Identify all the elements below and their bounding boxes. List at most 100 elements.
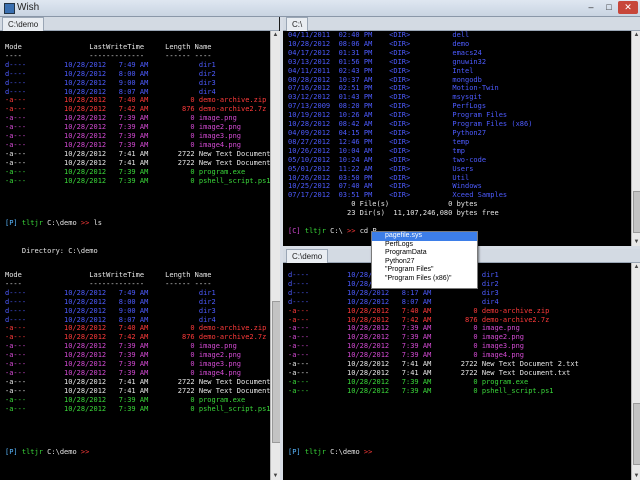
- left-scrollbar[interactable]: ▲ ▼: [270, 31, 281, 480]
- output-line: -a--- 10/28/2012 7:41 AM 2722 New Text D…: [5, 386, 270, 395]
- right-top-scrollbar[interactable]: ▲ ▼: [631, 31, 640, 246]
- output-line: -a--- 10/28/2012 7:41 AM 2722 New Text D…: [5, 158, 270, 167]
- right-bottom-scrollbar[interactable]: ▲ ▼: [631, 263, 640, 480]
- output-line: 05/10/2012 10:24 AM <DIR> two-code: [288, 155, 487, 164]
- prompt-tag: [C]: [288, 227, 301, 235]
- output-line: d---- 10/28/2012 8:07 AM dir4: [5, 87, 216, 96]
- minimize-button[interactable]: –: [582, 1, 600, 14]
- output-line: 10/28/2012 08:06 AM <DIR> demo: [288, 39, 470, 48]
- prompt-arrows: >>: [80, 219, 90, 227]
- right-bottom-scroll-thumb[interactable]: [633, 403, 640, 465]
- output-line: d---- 10/28/2012 8:17 AM dir3: [288, 288, 499, 297]
- output-line: 0 File(s) 0 bytes: [288, 200, 478, 209]
- scroll-down-icon[interactable]: ▼: [271, 472, 280, 480]
- prompt-user: tltjr: [21, 448, 43, 456]
- output-line: d---- 10/28/2012 9:00 AM dir3: [5, 78, 216, 87]
- output-line: d---- 10/28/2012 8:00 AM dir2: [5, 297, 216, 306]
- scroll-down-icon[interactable]: ▼: [632, 472, 640, 480]
- scroll-up-icon[interactable]: ▲: [632, 31, 640, 39]
- directory-line: Directory: C:\demo: [5, 247, 98, 255]
- output-line: Mode LastWriteTime Length Name: [5, 271, 212, 279]
- output-line: d---- 10/28/2012 9:00 AM dir3: [5, 306, 216, 315]
- prompt-command: ls: [93, 219, 102, 227]
- prompt-user: tltjr: [304, 227, 326, 235]
- output-line: -a--- 10/28/2012 7:41 AM 2722 New Text D…: [288, 360, 579, 369]
- output-line: 10/26/2012 03:50 PM <DIR> Util: [288, 173, 470, 182]
- left-output-top: Mode LastWriteTime Length Name ---- -----…: [5, 43, 270, 186]
- output-line: -a--- 10/28/2012 7:39 AM 0 pshell_script…: [5, 404, 270, 413]
- output-line: ---- ------------- ------ ----: [5, 51, 212, 60]
- prompt-tag: [P]: [5, 219, 18, 227]
- output-line: -a--- 10/28/2012 7:39 AM 0 image.png: [5, 114, 237, 123]
- close-button[interactable]: ✕: [618, 1, 638, 14]
- output-line: -a--- 10/28/2012 7:40 AM 0 demo-archive.…: [5, 324, 267, 333]
- left-output-bottom: Mode LastWriteTime Length Name ---- -----…: [5, 271, 270, 414]
- output-line: d---- 10/28/2012 8:07 AM dir4: [288, 297, 499, 306]
- output-line: -a--- 10/28/2012 7:41 AM 2722 New Text D…: [5, 149, 270, 158]
- tab-right-root[interactable]: C:\: [286, 17, 309, 31]
- output-line: -a--- 10/28/2012 7:39 AM 0 image2.png: [5, 351, 242, 360]
- prompt-path: C:\: [330, 227, 343, 235]
- output-line: -a--- 10/28/2012 7:42 AM 876 demo-archiv…: [5, 333, 267, 342]
- output-line: -a--- 10/28/2012 7:39 AM 0 image4.png: [5, 368, 242, 377]
- output-line: -a--- 10/28/2012 7:42 AM 876 demo-archiv…: [5, 105, 267, 114]
- prompt-arrows: >>: [363, 448, 373, 456]
- scroll-up-icon[interactable]: ▲: [632, 263, 640, 271]
- prompt-path: C:\demo: [47, 219, 77, 227]
- output-line: 10/19/2012 10:26 AM <DIR> Program Files: [288, 111, 508, 120]
- prompt-user: tltjr: [21, 219, 43, 227]
- output-line: 10/26/2012 10:04 AM <DIR> tmp: [288, 146, 466, 155]
- output-line: -a--- 10/28/2012 7:39 AM 0 image2.png: [288, 333, 525, 342]
- output-line: -a--- 10/28/2012 7:39 AM 0 pshell_script…: [288, 386, 554, 395]
- output-line: -a--- 10/28/2012 7:39 AM 0 program.exe: [5, 395, 246, 404]
- window-title: Wish: [17, 2, 40, 13]
- output-line: 04/17/2012 01:31 PM <DIR> emacs24: [288, 48, 482, 57]
- output-line: 23 Dir(s) 11,107,246,080 bytes free: [288, 209, 499, 218]
- left-prompt-2: [P] tltjr C:\demo >>: [5, 448, 89, 457]
- autocomplete-item[interactable]: Python27: [372, 258, 477, 267]
- output-line: -a--- 10/28/2012 7:39 AM 0 image2.png: [5, 123, 242, 132]
- app-icon: [4, 3, 15, 14]
- right-top-scroll-thumb[interactable]: [633, 191, 640, 233]
- output-line: -a--- 10/28/2012 7:40 AM 0 demo-archive.…: [5, 96, 267, 105]
- autocomplete-item[interactable]: pagefile.sys: [372, 232, 477, 241]
- right-bottom-prompt: [P] tltjr C:\demo >>: [288, 448, 372, 457]
- autocomplete-item[interactable]: "Program Files": [372, 266, 477, 275]
- left-prompt-1: [P] tltjr C:\demo >> ls: [5, 219, 102, 228]
- scroll-up-icon[interactable]: ▲: [271, 31, 280, 39]
- tab-left-demo[interactable]: C:\demo: [2, 17, 45, 31]
- output-line: -a--- 10/28/2012 7:39 AM 0 pshell_script…: [5, 176, 270, 185]
- window-titlebar: Wish – □ ✕: [0, 0, 640, 17]
- output-line: d---- 10/28/2012 8:07 AM dir4: [5, 315, 216, 324]
- output-line: 07/17/2012 03:51 PM <DIR> Xceed Samples: [288, 191, 508, 200]
- prompt-tag: [P]: [288, 448, 301, 456]
- prompt-path: C:\demo: [330, 448, 360, 456]
- output-line: -a--- 10/28/2012 7:39 AM 0 image3.png: [5, 132, 242, 141]
- autocomplete-item[interactable]: PerfLogs: [372, 241, 477, 250]
- autocomplete-popup[interactable]: pagefile.sys PerfLogs ProgramData Python27 "…: [371, 231, 478, 289]
- prompt-arrows: >>: [347, 227, 356, 235]
- output-line: -a--- 10/28/2012 7:40 AM 0 demo-archive.…: [288, 306, 550, 315]
- right-top-output: 04/11/2011 02:40 PM <DIR> dell 10/28/2012…: [288, 31, 532, 218]
- output-line: -a--- 10/28/2012 7:39 AM 0 image.png: [5, 342, 237, 351]
- autocomplete-item[interactable]: "Program Files (x86)": [372, 275, 477, 284]
- output-line: Mode LastWriteTime Length Name: [5, 43, 212, 51]
- autocomplete-item[interactable]: ProgramData: [372, 249, 477, 258]
- scroll-down-icon[interactable]: ▼: [632, 238, 640, 246]
- right-bottom-terminal[interactable]: d---- 10/28/2012 7:49 AM dir1d---- 10/28…: [283, 263, 631, 480]
- left-terminal[interactable]: Mode LastWriteTime Length Name ---- -----…: [0, 31, 270, 480]
- output-line: -a--- 10/28/2012 7:39 AM 0 program.exe: [288, 377, 529, 386]
- output-line: 04/11/2011 02:40 PM <DIR> dell: [288, 31, 470, 39]
- output-line: -a--- 10/28/2012 7:39 AM 0 image3.png: [288, 342, 525, 351]
- maximize-button[interactable]: □: [600, 1, 618, 14]
- output-line: 03/12/2012 01:43 PM <DIR> msysgit: [288, 93, 482, 102]
- output-line: -a--- 10/28/2012 7:39 AM 0 image4.png: [288, 351, 525, 360]
- output-line: 10/25/2012 07:40 AM <DIR> Windows: [288, 182, 482, 191]
- output-line: -a--- 10/28/2012 7:42 AM 876 demo-archiv…: [288, 315, 550, 324]
- prompt-tag: [P]: [5, 448, 18, 456]
- output-line: 05/01/2012 11:22 AM <DIR> Users: [288, 164, 474, 173]
- right-top-terminal[interactable]: 04/11/2011 02:40 PM <DIR> dell 10/28/2012…: [283, 31, 631, 246]
- tab-right-demo[interactable]: C:\demo: [286, 249, 329, 263]
- right-top-tabstrip: [283, 17, 640, 31]
- output-line: d---- 10/28/2012 7:49 AM dir1: [5, 60, 216, 69]
